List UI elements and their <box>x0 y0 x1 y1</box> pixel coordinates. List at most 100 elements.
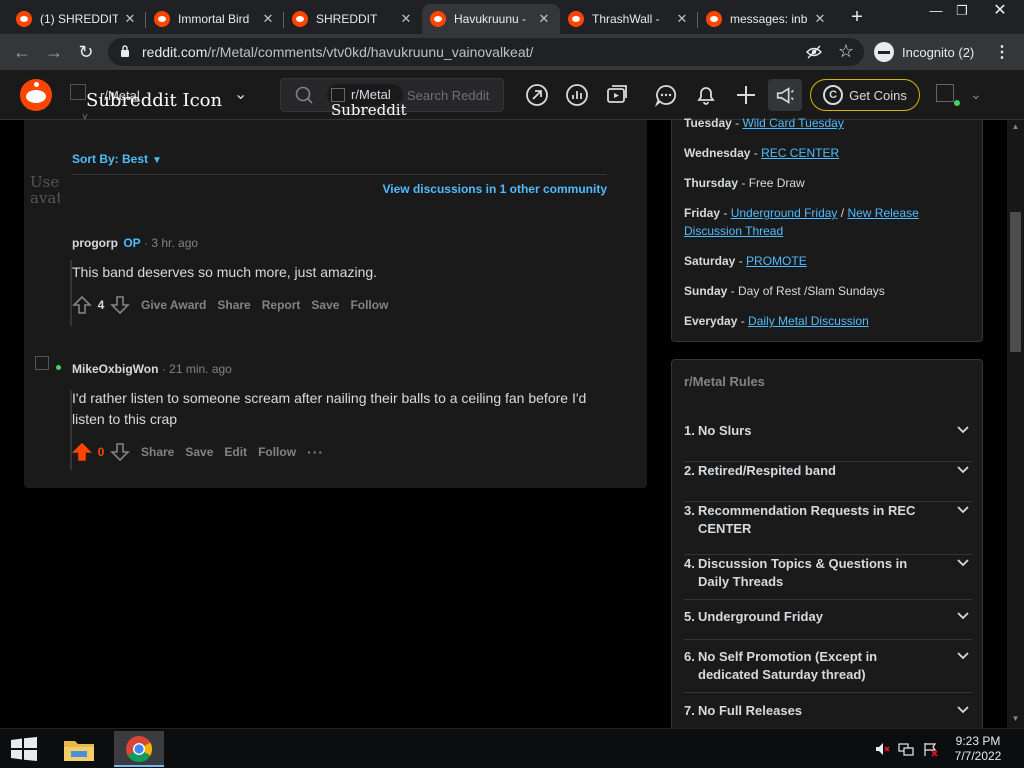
browser-tab-3[interactable]: SHREDDIT ✕ <box>284 4 422 34</box>
follow-button[interactable]: Follow <box>258 445 296 459</box>
rule-item[interactable]: 4. Discussion Topics & Questions in Dail… <box>684 555 972 600</box>
browser-tab-2[interactable]: Immortal Bird ✕ <box>146 4 284 34</box>
incognito-profile-button[interactable]: Incognito (2) <box>874 40 984 64</box>
chevron-down-icon: ⌄ <box>970 86 982 102</box>
rule-number: 4. <box>684 556 695 571</box>
reload-button[interactable]: ↻ <box>74 40 98 64</box>
action-center-flag-icon[interactable] <box>922 741 938 757</box>
share-button[interactable]: Share <box>141 445 174 459</box>
downvote-arrow-icon[interactable] <box>110 295 130 315</box>
close-window-button[interactable]: ✕ <box>978 0 1022 30</box>
sort-by-dropdown[interactable]: Sort By: Best ▼ <box>72 152 162 166</box>
schedule-day: Friday <box>684 206 721 220</box>
network-icon[interactable] <box>898 741 914 757</box>
reddit-logo-icon[interactable] <box>20 79 52 111</box>
rule-item[interactable]: 5. Underground Friday <box>684 608 972 640</box>
taskbar-file-explorer[interactable] <box>54 731 104 767</box>
notification-bell-icon[interactable] <box>694 83 718 107</box>
user-menu[interactable]: ⌄ <box>936 84 986 108</box>
chevron-down-icon <box>957 506 969 514</box>
schedule-row-everyday: Everyday - Daily Metal Discussion <box>684 312 974 330</box>
schedule-link[interactable]: Underground Friday <box>731 206 838 220</box>
address-bar[interactable]: reddit.com/r/Metal/comments/vtv0kd/havuk… <box>108 38 864 66</box>
scroll-up-arrow-icon[interactable]: ▲ <box>1011 122 1020 131</box>
rule-item[interactable]: 3. Recommendation Requests in REC CENTER <box>684 502 972 555</box>
comment-actions: 0 Share Save Edit Follow ··· <box>72 442 632 462</box>
close-tab-icon[interactable]: ✕ <box>122 11 138 27</box>
community-selector[interactable]: r/Metal Subreddit Icon ⌄ <box>70 84 260 111</box>
taskbar-chrome[interactable] <box>114 731 164 767</box>
reddit-favicon-icon <box>568 11 584 27</box>
taskbar-clock[interactable]: 9:23 PM 7/7/2022 <box>948 734 1008 764</box>
upvote-arrow-icon[interactable] <box>72 442 92 462</box>
page-scrollbar[interactable]: ▲ ▼ <box>1007 120 1024 728</box>
scrollbar-thumb[interactable] <box>1010 212 1021 352</box>
browser-tab-5[interactable]: ThrashWall - ✕ <box>560 4 698 34</box>
downvote-arrow-icon[interactable] <box>110 442 130 462</box>
close-tab-icon[interactable]: ✕ <box>260 11 276 27</box>
rule-item[interactable]: 2. Retired/Respited band <box>684 462 972 502</box>
schedule-sep: - <box>738 176 749 190</box>
schedule-link[interactable]: Wild Card Tuesday <box>742 116 843 130</box>
browser-menu-button[interactable]: ⋮ <box>994 42 1010 62</box>
schedule-row-wednesday: Wednesday - REC CENTER <box>684 144 974 162</box>
video-feed-icon[interactable] <box>605 83 629 107</box>
popular-arrow-icon[interactable] <box>525 83 549 107</box>
upvote-arrow-icon[interactable] <box>72 295 92 315</box>
report-button[interactable]: Report <box>262 298 301 312</box>
get-coins-button[interactable]: C Get Coins <box>810 79 920 111</box>
schedule-link[interactable]: PROMOTE <box>746 254 807 268</box>
more-options-button[interactable]: ··· <box>307 444 324 460</box>
stats-chart-icon[interactable] <box>565 83 589 107</box>
close-tab-icon[interactable]: ✕ <box>674 11 690 27</box>
browser-tab-6[interactable]: messages: inb ✕ <box>698 4 836 34</box>
share-button[interactable]: Share <box>217 298 250 312</box>
forward-button[interactable]: → <box>42 40 66 64</box>
chevron-down-icon <box>957 652 969 660</box>
comment-author[interactable]: MikeOxbigWon <box>72 362 158 376</box>
follow-button[interactable]: Follow <box>350 298 388 312</box>
schedule-link[interactable]: REC CENTER <box>761 146 839 160</box>
user-avatar[interactable]: User avatar <box>30 174 60 256</box>
search-input[interactable]: Search Reddit <box>407 88 489 103</box>
comment-author[interactable]: progorp <box>72 236 118 250</box>
eye-slash-icon[interactable] <box>806 44 822 60</box>
comment-time[interactable]: 21 min. ago <box>169 362 232 376</box>
get-coins-label: Get Coins <box>849 87 907 103</box>
save-button[interactable]: Save <box>311 298 339 312</box>
close-tab-icon[interactable]: ✕ <box>812 11 828 27</box>
rule-item[interactable]: 6. No Self Promotion (Except in dedicate… <box>684 648 972 693</box>
create-post-plus-icon[interactable] <box>734 83 758 107</box>
new-tab-button[interactable]: + <box>846 6 868 28</box>
scroll-down-arrow-icon[interactable]: ▼ <box>1011 714 1020 723</box>
browser-tab-4-active[interactable]: Havukruunu - ✕ <box>422 4 560 34</box>
close-tab-icon[interactable]: ✕ <box>536 11 552 27</box>
browser-tab-1[interactable]: (1) SHREDDIT ✕ <box>8 4 146 34</box>
url-text: reddit.com/r/Metal/comments/vtv0kd/havuk… <box>142 44 533 60</box>
give-award-button[interactable]: Give Award <box>141 298 206 312</box>
rule-number: 7. <box>684 703 695 718</box>
user-avatar[interactable] <box>35 356 49 370</box>
back-button[interactable]: ← <box>10 40 34 64</box>
subreddit-icon-image <box>331 88 345 102</box>
bookmark-star-icon[interactable]: ☆ <box>838 41 854 62</box>
edit-button[interactable]: Edit <box>224 445 247 459</box>
other-community-link[interactable]: View discussions in 1 other community <box>382 182 607 196</box>
windows-start-icon[interactable] <box>10 737 38 761</box>
rule-text: No Full Releases <box>698 703 803 718</box>
tab-title: SHREDDIT <box>316 12 378 26</box>
chat-icon[interactable] <box>654 83 678 107</box>
schedule-sep: / <box>837 206 848 220</box>
caret-down-icon: ▼ <box>152 155 162 166</box>
schedule-link[interactable]: Daily Metal Discussion <box>748 314 869 328</box>
volume-muted-icon[interactable] <box>874 741 890 757</box>
comment-time[interactable]: 3 hr. ago <box>151 236 198 250</box>
schedule-sep: - <box>750 146 762 160</box>
search-icon <box>295 86 313 104</box>
rule-item[interactable]: 1. No Slurs <box>684 422 972 462</box>
schedule-text: Free Draw <box>748 176 805 190</box>
close-tab-icon[interactable]: ✕ <box>398 11 414 27</box>
advertise-button[interactable] <box>768 79 802 111</box>
save-button[interactable]: Save <box>185 445 213 459</box>
search-bar[interactable]: r/Metal Subreddit Icon Search Reddit <box>280 78 504 134</box>
